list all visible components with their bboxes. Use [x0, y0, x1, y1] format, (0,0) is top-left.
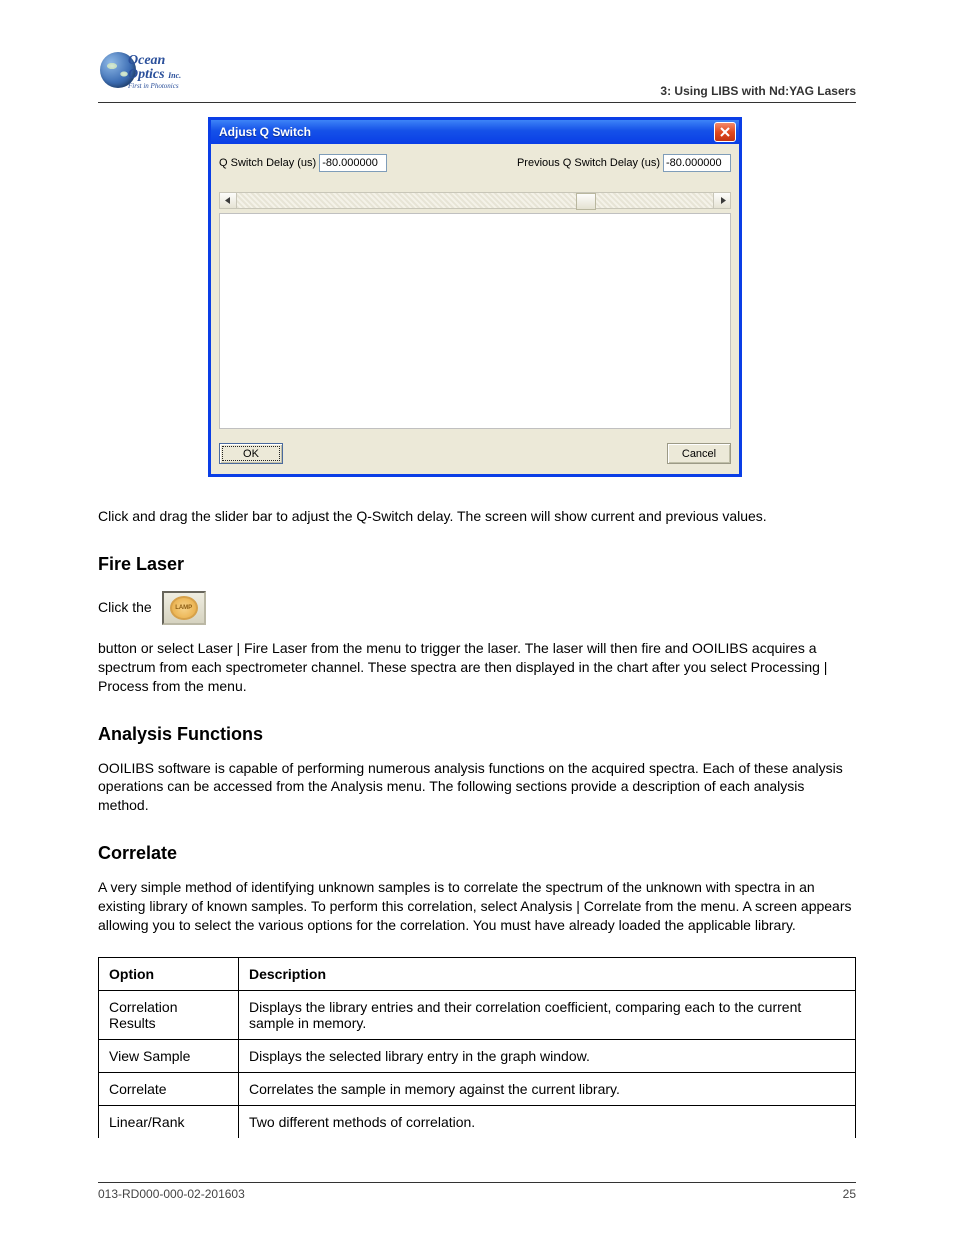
page-header: Ocean Optics Inc. First in Photonics 3: …	[98, 50, 856, 98]
correlate-para: A very simple method of identifying unkn…	[98, 878, 856, 935]
ok-button[interactable]: OK	[219, 443, 283, 464]
table-head-desc: Description	[239, 957, 856, 990]
delay-fields-row: Q Switch Delay (us) Previous Q Switch De…	[219, 154, 731, 172]
q-switch-delay-label: Q Switch Delay (us)	[219, 157, 316, 169]
option-cell: Correlation Results	[99, 990, 239, 1039]
description-cell: Two different methods of correlation.	[239, 1105, 856, 1138]
brand-line1: Ocean	[128, 53, 165, 68]
prev-q-switch-delay-label: Previous Q Switch Delay (us)	[517, 157, 660, 169]
analysis-para: OOILIBS software is capable of performin…	[98, 759, 856, 816]
footer-page-number: 25	[843, 1187, 856, 1201]
lamp-icon-label: LAMP	[170, 596, 198, 620]
fire-laser-heading: Fire Laser	[98, 554, 856, 575]
option-cell: Linear/Rank	[99, 1105, 239, 1138]
table-head-option: Option	[99, 957, 239, 990]
slider-thumb[interactable]	[576, 193, 596, 210]
description-cell: Correlates the sample in memory against …	[239, 1072, 856, 1105]
description-cell: Displays the selected library entry in t…	[239, 1039, 856, 1072]
close-icon[interactable]	[714, 122, 736, 142]
dialog-titlebar[interactable]: Adjust Q Switch	[211, 120, 739, 144]
brand-tagline: First in Photonics	[128, 82, 179, 90]
body-content: Click and drag the slider bar to adjust …	[98, 507, 856, 1138]
option-cell: Correlate	[99, 1072, 239, 1105]
brand-line2: Optics	[128, 67, 165, 82]
table-row: Correlation ResultsDisplays the library …	[99, 990, 856, 1039]
header-rule	[98, 102, 856, 103]
dialog-title: Adjust Q Switch	[219, 125, 311, 139]
cancel-button[interactable]: Cancel	[667, 443, 731, 464]
slider-instruction: Click and drag the slider bar to adjust …	[98, 507, 856, 526]
prev-q-switch-delay-input[interactable]	[663, 154, 731, 172]
footer-doc-id: 013-RD000-000-02-201603	[98, 1187, 245, 1201]
lamp-icon[interactable]: LAMP	[162, 591, 206, 625]
brand-logo: Ocean Optics Inc. First in Photonics	[98, 50, 193, 98]
option-cell: View Sample	[99, 1039, 239, 1072]
doc-section: 3: Using LIBS with Nd:YAG Lasers	[660, 84, 856, 98]
q-switch-delay-input[interactable]	[319, 154, 387, 172]
correlate-heading: Correlate	[98, 843, 856, 864]
page-footer: 013-RD000-000-02-201603 25	[98, 1182, 856, 1201]
scroll-left-button[interactable]	[220, 193, 237, 208]
dialog-plot-area	[219, 213, 731, 429]
description-cell: Displays the library entries and their c…	[239, 990, 856, 1039]
adjust-q-switch-dialog: Adjust Q Switch Q Switch Delay (us) Prev…	[208, 117, 742, 477]
fire-text-after: button or select Laser | Fire Laser from…	[98, 639, 856, 696]
table-row: View SampleDisplays the selected library…	[99, 1039, 856, 1072]
table-row: CorrelateCorrelates the sample in memory…	[99, 1072, 856, 1105]
q-switch-slider[interactable]	[219, 192, 731, 209]
fire-text-before: Click the	[98, 598, 152, 617]
correlate-options-table: Option Description Correlation ResultsDi…	[98, 957, 856, 1138]
table-row: Linear/RankTwo different methods of corr…	[99, 1105, 856, 1138]
brand-suffix: Inc.	[168, 71, 181, 80]
analysis-heading: Analysis Functions	[98, 724, 856, 745]
scroll-right-button[interactable]	[713, 193, 730, 208]
